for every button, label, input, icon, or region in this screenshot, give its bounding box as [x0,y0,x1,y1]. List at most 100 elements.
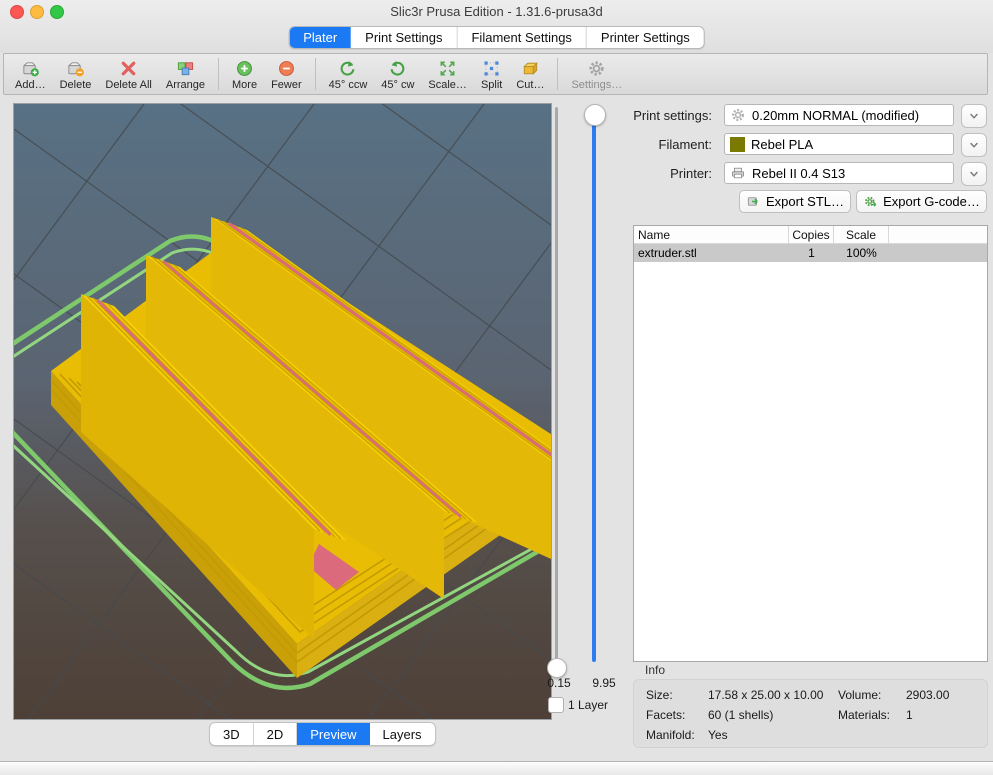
info-volume-label: Volume: [838,688,906,708]
view-tab-preview[interactable]: Preview [297,723,369,745]
info-materials-label: Materials: [838,708,906,728]
chevron-down-icon [968,139,980,151]
delete-all-button-label: Delete All [105,79,151,91]
delete-all-button[interactable]: Delete All [98,55,158,94]
layer-slider-high-thumb[interactable] [584,104,606,126]
add-button[interactable]: Add… [8,55,53,94]
rotate-cw-button-label: 45° cw [381,79,414,91]
delete-object-icon [66,59,85,78]
rotate-ccw-button[interactable]: 45° ccw [322,55,375,94]
scale-icon [438,59,457,78]
split-button-label: Split [481,79,502,91]
printer-label: Printer: [624,166,712,181]
arrange-icon [176,59,195,78]
filament-label: Filament: [624,137,712,152]
export-gcode-icon [863,194,878,209]
split-button[interactable]: Split [474,55,509,94]
delete-button-label: Delete [60,79,92,91]
gcode-preview-canvas [14,104,551,719]
settings-button[interactable]: Settings… [564,55,629,94]
layer-slider-low-track[interactable] [555,107,558,663]
tab-print-settings[interactable]: Print Settings [351,27,457,48]
main-tab-bar: Plater Print Settings Filament Settings … [288,26,705,49]
preset-gear-icon [730,107,746,123]
delete-all-icon [119,59,138,78]
rotate-cw-button[interactable]: 45° cw [374,55,421,94]
settings-gear-icon [587,59,606,78]
3d-preview-viewport[interactable] [13,103,552,720]
one-layer-checkbox[interactable] [548,697,564,713]
column-header-copies[interactable]: Copies [789,226,834,243]
print-settings-combobox[interactable]: 0.20mm NORMAL (modified) [724,104,954,126]
column-header-scale[interactable]: Scale [834,226,889,243]
info-volume-value: 2903.00 [906,688,987,708]
fewer-button[interactable]: Fewer [264,55,309,94]
add-object-icon [21,59,40,78]
info-manifold-value: Yes [708,728,838,748]
filament-dropdown-button[interactable] [961,133,987,157]
view-mode-tab-bar: 3D 2D Preview Layers [209,722,436,746]
view-tab-2d[interactable]: 2D [254,723,298,745]
info-facets-label: Facets: [646,708,708,728]
object-copies-cell: 1 [789,244,834,262]
export-stl-button[interactable]: Export STL… [739,190,851,213]
more-button-label: More [232,79,257,91]
toolbar-separator [315,58,316,90]
printer-combobox[interactable]: Rebel II 0.4 S13 [724,162,954,184]
info-section-title: Info [645,663,665,677]
print-settings-value: 0.20mm NORMAL (modified) [752,108,919,123]
tab-printer-settings[interactable]: Printer Settings [587,27,704,48]
column-header-spacer [889,226,987,243]
view-tab-layers[interactable]: Layers [370,723,435,745]
fewer-copies-icon [277,59,296,78]
info-size-value: 17.58 x 25.00 x 10.00 [708,688,838,708]
column-header-name[interactable]: Name [634,226,789,243]
export-gcode-button[interactable]: Export G-code… [856,190,987,213]
layer-slider-high-value: 9.95 [584,676,624,690]
info-manifold-label: Manifold: [646,728,708,748]
toolbar-separator [218,58,219,90]
filament-combobox[interactable]: Rebel PLA [724,133,954,155]
layer-slider-low-value: 0.15 [541,676,577,690]
printer-icon [730,165,746,181]
rotate-ccw-button-label: 45° ccw [329,79,368,91]
plater-toolbar: Add… Delete Delete All Arrange More Fe [3,53,988,95]
chevron-down-icon [968,110,980,122]
object-list-table[interactable]: Name Copies Scale extruder.stl 1 100% [633,225,988,662]
tab-plater[interactable]: Plater [289,27,351,48]
chevron-down-icon [968,168,980,180]
object-row-extruder[interactable]: extruder.stl 1 100% [634,244,987,262]
add-button-label: Add… [15,79,46,91]
cut-button-label: Cut… [516,79,544,91]
fewer-button-label: Fewer [271,79,302,91]
arrange-button[interactable]: Arrange [159,55,212,94]
object-scale-cell: 100% [834,244,889,262]
info-facets-value: 60 (1 shells) [708,708,838,728]
filament-color-swatch [730,137,745,152]
tab-filament-settings[interactable]: Filament Settings [457,27,586,48]
layer-slider-high-track[interactable] [592,113,596,662]
print-settings-label: Print settings: [624,108,712,123]
window-title: Slic3r Prusa Edition - 1.31.6-prusa3d [0,4,993,19]
rotate-ccw-icon [338,59,357,78]
slic3r-window: { "window": { "title": "Slic3r Prusa Edi… [0,0,993,775]
one-layer-label: 1 Layer [568,698,608,712]
filament-value: Rebel PLA [751,137,813,152]
scale-button-label: Scale… [428,79,467,91]
export-stl-icon [746,194,761,209]
more-button[interactable]: More [225,55,264,94]
cut-button[interactable]: Cut… [509,55,551,94]
printer-dropdown-button[interactable] [961,162,987,186]
object-name-cell: extruder.stl [634,244,789,262]
view-tab-3d[interactable]: 3D [210,723,254,745]
split-icon [482,59,501,78]
rotate-cw-icon [388,59,407,78]
info-size-label: Size: [646,688,708,708]
print-settings-dropdown-button[interactable] [961,104,987,128]
delete-button[interactable]: Delete [53,55,99,94]
layer-slider-low-thumb[interactable] [547,658,567,678]
window-chrome: Slic3r Prusa Edition - 1.31.6-prusa3d Pl… [0,0,993,53]
export-gcode-label: Export G-code… [883,194,980,209]
arrange-button-label: Arrange [166,79,205,91]
scale-button[interactable]: Scale… [421,55,474,94]
